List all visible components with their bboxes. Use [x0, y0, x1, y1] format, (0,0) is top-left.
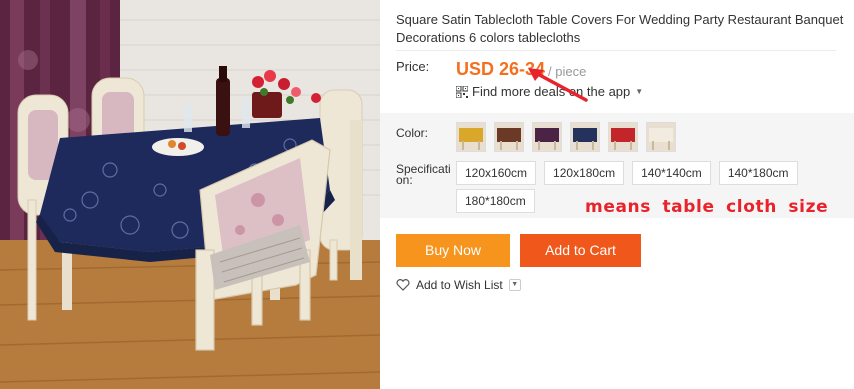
table-leg — [516, 141, 518, 150]
table-leg — [478, 141, 480, 150]
table-leg — [652, 141, 654, 150]
table-leg — [538, 141, 540, 150]
tablecloth-thumbnail-icon — [459, 128, 483, 142]
caret-down-icon: ▼ — [635, 87, 644, 96]
color-label: Color: — [396, 126, 429, 140]
tablecloth-thumbnail-icon — [649, 128, 673, 142]
specification-label: Specification: — [396, 162, 451, 187]
specification-option[interactable]: 140*140cm — [632, 161, 711, 185]
add-to-cart-button[interactable]: Add to Cart — [520, 234, 641, 267]
price-label: Price: — [396, 59, 430, 74]
tablecloth-thumbnail-icon — [573, 128, 597, 142]
table-leg — [554, 141, 556, 150]
size-annotation: means table cloth size — [585, 197, 829, 217]
table-leg — [630, 141, 632, 150]
divider — [396, 50, 836, 51]
table-leg — [462, 141, 464, 150]
tablecloth-thumbnail-icon — [611, 128, 635, 142]
table-leg — [592, 141, 594, 150]
specification-option[interactable]: 120x180cm — [544, 161, 625, 185]
wish-list-label: Add to Wish List — [416, 278, 503, 292]
dining-table-photo — [0, 0, 380, 389]
buy-now-button[interactable]: Buy Now — [396, 234, 510, 267]
chevron-down-icon[interactable]: ▼ — [508, 279, 521, 291]
product-details-panel: Square Satin Tablecloth Table Covers For… — [380, 0, 854, 389]
annotation-arrow-icon — [528, 68, 588, 102]
specification-option[interactable]: 180*180cm — [456, 189, 535, 213]
table-leg — [576, 141, 578, 150]
color-swatch[interactable] — [532, 122, 562, 152]
specification-option[interactable]: 140*180cm — [718, 161, 798, 185]
color-swatch[interactable] — [570, 122, 600, 152]
qr-code-icon — [456, 85, 468, 98]
tablecloth-thumbnail-icon — [497, 128, 521, 142]
color-swatch[interactable] — [608, 122, 638, 152]
table-leg — [500, 141, 502, 150]
product-title: Square Satin Tablecloth Table Covers For… — [396, 12, 844, 45]
specification-option[interactable]: 120x160cm — [456, 161, 537, 185]
table-leg — [668, 141, 670, 150]
color-swatch[interactable] — [494, 122, 524, 152]
heart-icon — [396, 279, 410, 291]
color-swatch-list — [456, 122, 676, 152]
table-leg — [614, 141, 616, 150]
tablecloth-thumbnail-icon — [535, 128, 559, 142]
add-to-wish-list[interactable]: Add to Wish List ▼ — [396, 278, 521, 292]
color-swatch[interactable] — [646, 122, 676, 152]
product-image — [0, 0, 380, 389]
color-swatch[interactable] — [456, 122, 486, 152]
